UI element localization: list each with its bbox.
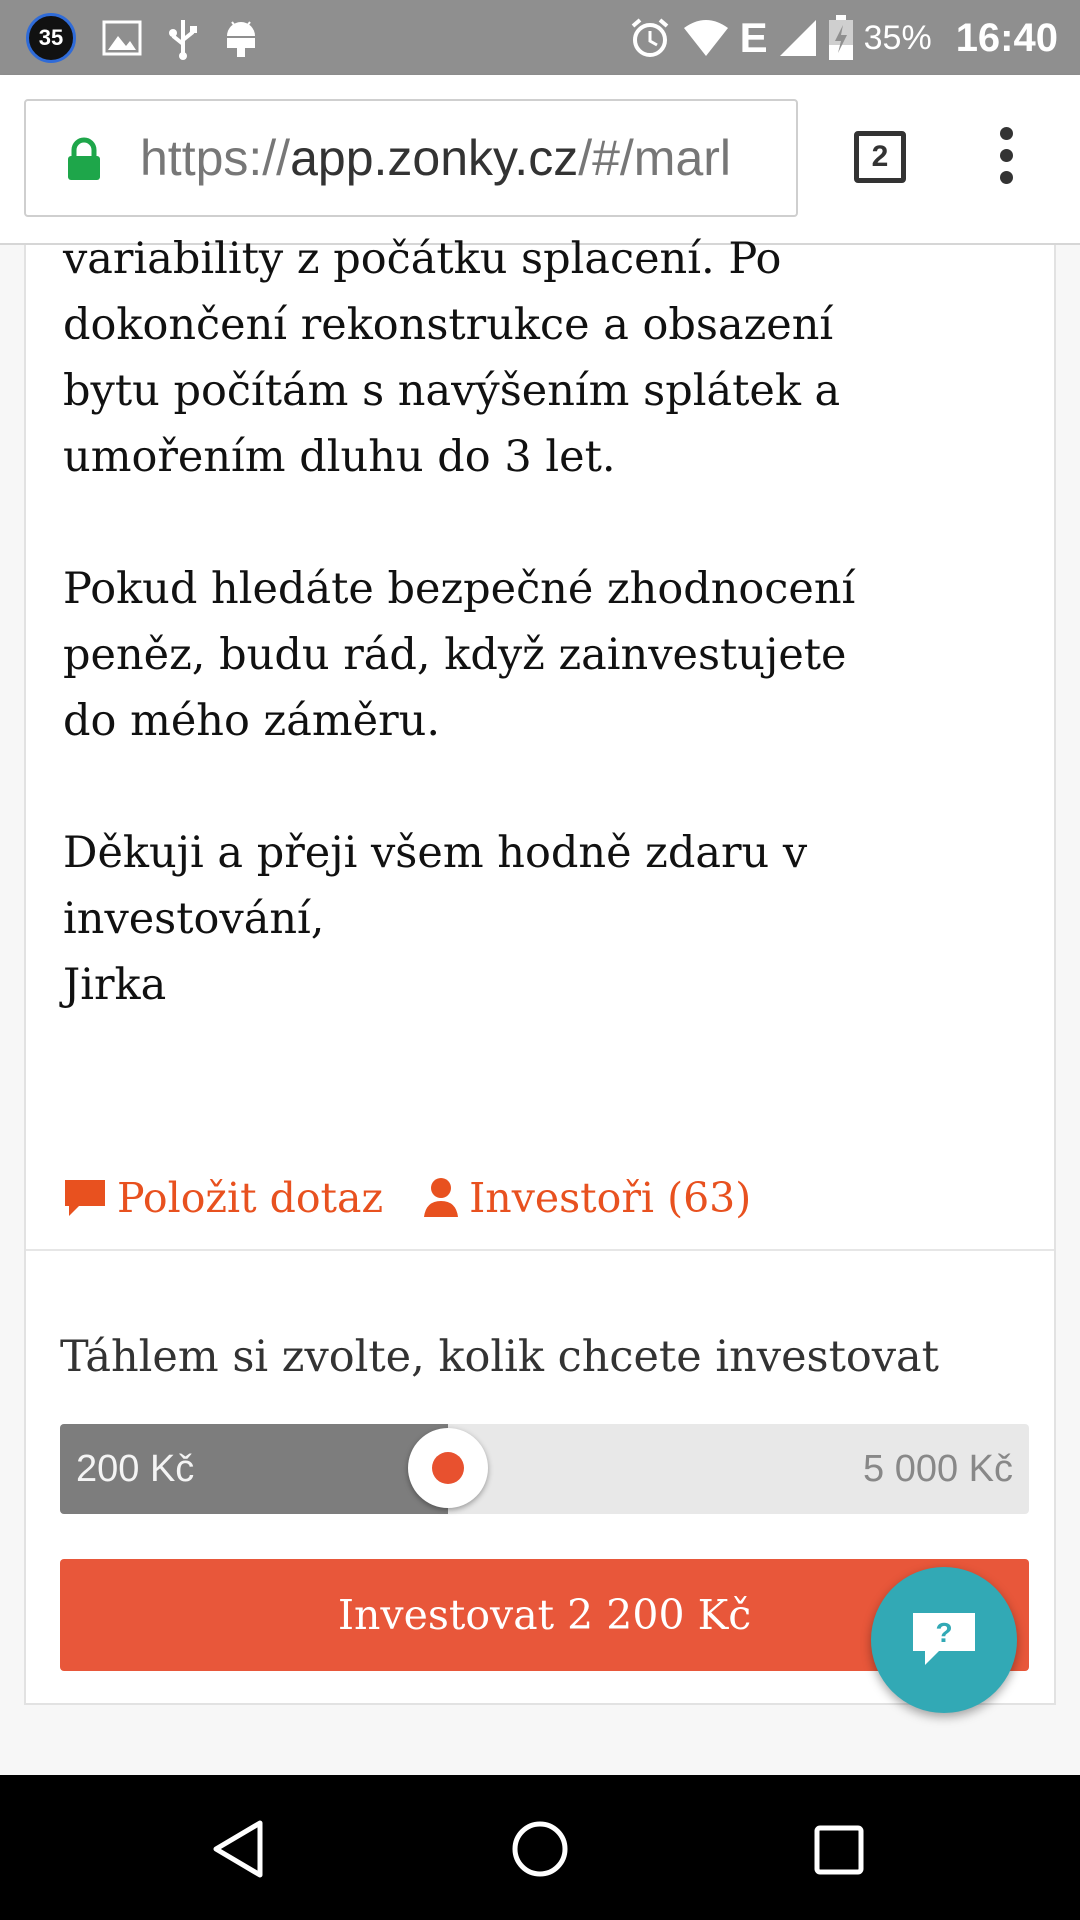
status-bar: 35 E 35% 16:40 [0, 0, 1080, 75]
battery-charging-icon [828, 15, 853, 60]
lock-icon [68, 137, 100, 180]
usb-icon [169, 20, 197, 60]
android-icon [227, 21, 255, 57]
slider-thumb[interactable] [408, 1428, 488, 1508]
network-type-label: E [739, 14, 768, 61]
help-chat-button[interactable]: ? [871, 1567, 1017, 1713]
story-line: Pokud hledáte bezpečné zhodnocení [63, 564, 856, 614]
url-scheme: https:// [140, 130, 291, 186]
story-line: peněz, budu rád, když zainvestujete [63, 630, 847, 680]
notification-count-icon: 35 [26, 13, 76, 63]
system-nav-bar [0, 1775, 1080, 1920]
slider-min-label: 200 Kč [76, 1448, 195, 1490]
url-path: /#/marl [578, 130, 732, 186]
image-icon [102, 20, 142, 56]
question-chat-icon: ? [913, 1613, 975, 1665]
story-line: do mého záměru. [63, 696, 440, 746]
story-signature: Jirka [63, 960, 167, 1010]
slider-max-label: 5 000 Kč [863, 1448, 1013, 1490]
battery-percent: 35% [863, 18, 932, 57]
url-text: https://app.zonky.cz/#/marl [140, 129, 731, 187]
user-icon [424, 1178, 459, 1217]
svg-text:?: ? [935, 1617, 952, 1648]
chat-bubble-icon [65, 1180, 105, 1216]
story-line: Děkuji a přeji všem hodně zdaru v [63, 828, 808, 878]
clock: 16:40 [955, 15, 1058, 60]
browser-toolbar: https://app.zonky.cz/#/marl 2 [0, 75, 1080, 245]
back-icon[interactable] [210, 1819, 266, 1879]
address-bar[interactable]: https://app.zonky.cz/#/marl [24, 99, 798, 217]
loan-actions: Položit dotaz Investoři (63) [63, 1168, 751, 1228]
ask-question-label: Položit dotaz [117, 1174, 384, 1222]
invest-slider-label: Táhlem si zvolte, kolik chcete investova… [60, 1332, 939, 1382]
story-line: bytu počítám s navýšením splátek a [63, 366, 841, 416]
section-divider [26, 1249, 1054, 1251]
overflow-menu-icon[interactable] [996, 127, 1016, 189]
story-line: variability z počátku splacení. Po [63, 234, 782, 284]
tab-switcher-button[interactable]: 2 [854, 131, 906, 183]
story-line: umořením dluhu do 3 let. [63, 432, 616, 482]
investors-label: Investoři (63) [469, 1174, 752, 1222]
status-bar-left: 35 [26, 10, 258, 66]
story-line: investování, [63, 894, 325, 944]
recent-apps-icon[interactable] [814, 1825, 864, 1875]
story-line: dokončení rekonstrukce a obsazení [63, 300, 834, 350]
wifi-icon [683, 20, 728, 56]
status-bar-right: E 35% 16:40 [628, 10, 1058, 66]
signal-icon [779, 20, 816, 56]
home-icon[interactable] [510, 1819, 570, 1879]
ask-question-link[interactable]: Položit dotaz [63, 1174, 383, 1222]
invest-amount-slider[interactable]: 200 Kč 5 000 Kč [60, 1424, 1029, 1514]
investors-link[interactable]: Investoři (63) [423, 1174, 751, 1222]
url-host: app.zonky.cz [290, 130, 579, 186]
alarm-icon [631, 18, 668, 57]
loan-story-text: variability z počátku splacení. Po dokon… [63, 226, 963, 1018]
